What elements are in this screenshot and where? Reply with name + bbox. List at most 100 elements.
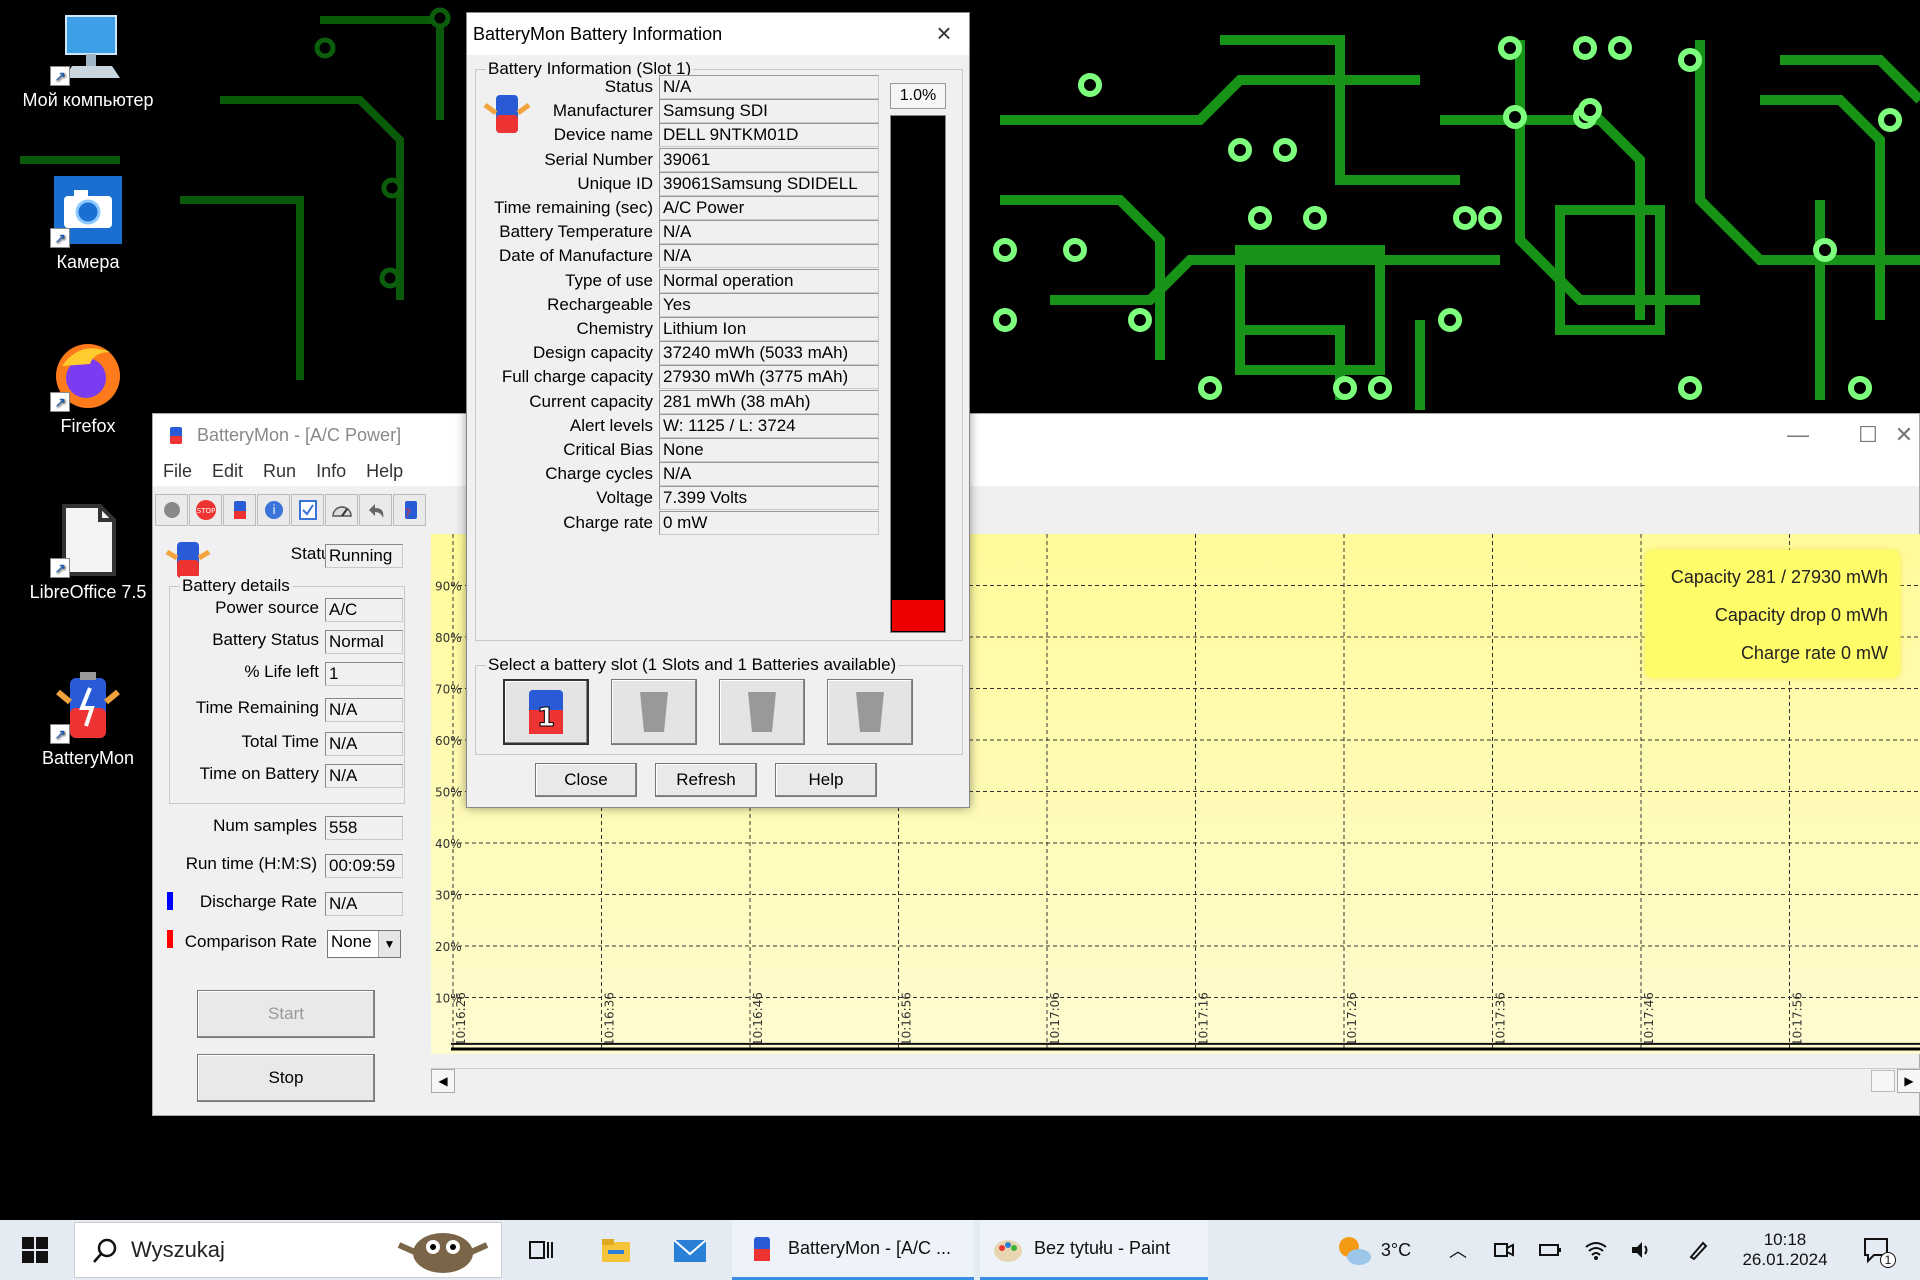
system-info-tool-button[interactable]: i	[257, 494, 290, 526]
battery-info-tool-button[interactable]	[223, 494, 256, 526]
desktop-icon-computer[interactable]: ↗ Мой компьютер	[18, 10, 158, 111]
weather-widget[interactable]: 3°C	[1318, 1220, 1428, 1280]
paint-icon	[994, 1239, 1022, 1262]
pen-tray-button[interactable]	[1680, 1220, 1716, 1280]
mail-button[interactable]	[662, 1220, 718, 1280]
info-field-5: A/C Power	[659, 196, 879, 220]
x-tick-label: 10:17:16	[1197, 992, 1211, 1046]
taskbar-item-batterymon[interactable]: BatteryMon - [A/C ...	[732, 1220, 974, 1280]
info-field-13: 281 mWh (38 mAh)	[659, 390, 879, 414]
help-tool-button[interactable]: ?	[393, 494, 426, 526]
checklist-tool-button[interactable]	[291, 494, 324, 526]
time-remaining-field: N/A	[325, 698, 403, 722]
run-time-field: 00:09:59	[325, 854, 403, 878]
taskbar-item-paint[interactable]: Bez tytułu - Paint	[980, 1220, 1208, 1280]
desktop-icon-firefox[interactable]: ↗ Firefox	[18, 336, 158, 437]
info-field-9: Yes	[659, 293, 879, 317]
stop-tool-button[interactable]: STOP	[189, 494, 222, 526]
slot-2-button[interactable]	[611, 679, 697, 745]
info-field-17: 7.399 Volts	[659, 486, 879, 510]
discharge-rate-label: Discharge Rate	[199, 892, 317, 911]
info-dialog-titlebar[interactable]: BatteryMon Battery Information ×	[467, 13, 969, 55]
info-label-11: Design capacity	[532, 343, 653, 362]
minimize-button[interactable]: —	[1763, 414, 1833, 456]
close-icon[interactable]: ×	[929, 19, 959, 49]
info-label-5: Time remaining (sec)	[493, 198, 653, 217]
info-label-14: Alert levels	[569, 416, 653, 435]
help-icon: ?	[404, 501, 417, 520]
desktop-icon-label: BatteryMon	[41, 748, 135, 768]
taskbar-search-box[interactable]: Wyszukaj	[74, 1222, 502, 1278]
battery-tray-icon	[1539, 1244, 1561, 1256]
menu-file[interactable]: File	[163, 461, 192, 482]
scroll-thumb[interactable]	[1871, 1070, 1895, 1092]
battery-tray-button[interactable]	[1532, 1220, 1568, 1280]
owl-search-highlight-icon	[397, 1233, 489, 1273]
y-tick-label: 80%	[435, 631, 462, 645]
menu-bar: File Edit Run Info Help	[153, 456, 1919, 486]
dialog-close-button[interactable]: Close	[535, 763, 637, 797]
gauge-tool-button[interactable]	[325, 494, 358, 526]
task-view-button[interactable]	[516, 1220, 566, 1280]
desktop-icon-camera[interactable]: ↗ Камера	[18, 172, 158, 273]
desktop-icon-batterymon[interactable]: ↗ BatteryMon	[18, 668, 158, 769]
slot-4-button[interactable]	[827, 679, 913, 745]
info-field-11: 37240 mWh (5033 mAh)	[659, 341, 879, 365]
horizontal-scrollbar[interactable]: ◀ ▶	[431, 1068, 1920, 1093]
notification-center-button[interactable]: 1	[1852, 1220, 1902, 1280]
status-label: Status	[290, 544, 339, 563]
comparison-rate-value: None	[331, 932, 372, 951]
info-field-14: W: 1125 / L: 3724	[659, 414, 879, 438]
scroll-left-arrow-icon[interactable]: ◀	[431, 1069, 455, 1093]
close-button[interactable]: ✕	[1887, 414, 1920, 456]
menu-help[interactable]: Help	[366, 461, 403, 482]
undo-tool-button[interactable]	[359, 494, 392, 526]
speaker-icon	[1632, 1242, 1648, 1258]
main-titlebar[interactable]: BatteryMon - [A/C Power]	[153, 414, 1919, 456]
show-hidden-icons-button[interactable]: ︿	[1440, 1220, 1476, 1280]
total-time-field: N/A	[325, 732, 403, 756]
chevron-down-icon: ▼	[378, 931, 400, 957]
info-field-2: DELL 9NTKM01D	[659, 123, 879, 147]
slot-3-button[interactable]	[719, 679, 805, 745]
x-tick-label: 10:17:56	[1791, 992, 1805, 1046]
meet-now-button[interactable]	[1486, 1220, 1522, 1280]
life-left-label: % Life left	[244, 662, 319, 681]
scroll-right-arrow-icon[interactable]: ▶	[1897, 1069, 1920, 1093]
pen-icon	[1689, 1241, 1708, 1261]
weather-temperature: 3°C	[1380, 1239, 1412, 1260]
taskbar: Wyszukaj BatteryMon - [A/C ... Bez tytuł…	[0, 1220, 1920, 1280]
volume-tray-button[interactable]	[1624, 1220, 1660, 1280]
comparison-rate-select[interactable]: None ▼	[327, 930, 401, 958]
menu-edit[interactable]: Edit	[212, 461, 243, 482]
info-field-10: Lithium Ion	[659, 317, 879, 341]
desktop-icon-libreoffice[interactable]: ↗ LibreOffice 7.5	[18, 502, 158, 603]
info-field-4: 39061Samsung SDIDELL	[659, 172, 879, 196]
stop-icon: STOP	[195, 500, 216, 520]
menu-run[interactable]: Run	[263, 461, 296, 482]
desktop-icon-label: Мой компьютер	[22, 90, 154, 110]
stop-button[interactable]: Stop	[197, 1054, 375, 1102]
power-source-field: A/C	[325, 598, 403, 622]
start-tool-button[interactable]	[155, 494, 188, 526]
file-explorer-button[interactable]	[588, 1220, 644, 1280]
info-label-6: Battery Temperature	[499, 222, 653, 241]
slot-1-button[interactable]: 1	[503, 679, 589, 745]
info-label-16: Charge cycles	[545, 464, 653, 483]
shortcut-arrow-icon: ↗	[50, 228, 70, 248]
network-tray-button[interactable]	[1578, 1220, 1614, 1280]
x-tick-label: 10:17:26	[1345, 992, 1359, 1046]
folder-icon	[602, 1239, 630, 1262]
start-button-windows[interactable]	[0, 1220, 70, 1280]
left-panel: Status Running Battery details Power sou…	[153, 532, 427, 1117]
clock[interactable]: 10:18 26.01.2024	[1730, 1220, 1840, 1280]
dialog-help-button[interactable]: Help	[775, 763, 877, 797]
time-on-battery-label: Time on Battery	[199, 764, 319, 783]
dialog-refresh-button[interactable]: Refresh	[655, 763, 757, 797]
menu-info[interactable]: Info	[316, 461, 346, 482]
start-button[interactable]: Start	[197, 990, 375, 1038]
batterymon-main-window: BatteryMon - [A/C Power] — ☐ ✕ File Edit…	[152, 413, 1920, 1116]
firefox-icon: ↗	[50, 336, 126, 412]
camera-tray-icon	[1494, 1243, 1514, 1257]
info-label-12: Full charge capacity	[501, 367, 653, 386]
